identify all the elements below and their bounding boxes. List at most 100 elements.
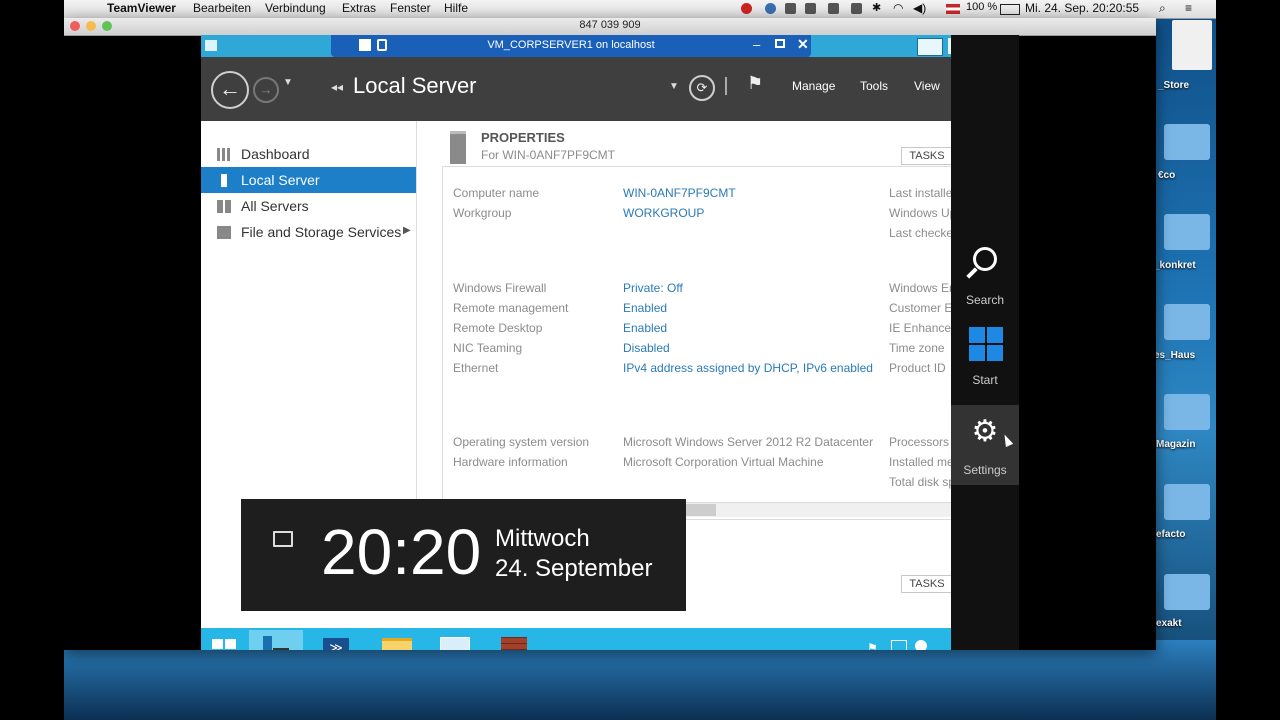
back-button[interactable]: ← [211,71,249,109]
restore-icon[interactable] [775,39,785,48]
scrollbar-thumb[interactable] [686,504,716,516]
desktop-label-eco[interactable]: €co [1158,170,1175,181]
folder-icon[interactable] [1164,484,1210,520]
charm-start[interactable]: Start [951,315,1019,395]
menu-bearbeiten[interactable]: Bearbeiten [193,1,251,15]
prop-key: Ethernet [453,361,499,375]
folder-icon[interactable] [1164,574,1210,610]
teamviewer-status-icon[interactable] [765,3,776,14]
folder-icon[interactable] [1164,124,1210,160]
charm-label: Search [965,293,1005,307]
view-menu[interactable]: View [914,79,940,93]
bluetooth-icon[interactable]: ✱ [872,1,881,14]
breadcrumb-dropdown-icon[interactable]: ▼ [669,81,679,92]
refresh-icon[interactable]: ⟳ [689,75,715,101]
desktop-label-konkret[interactable]: _konkret [1154,260,1196,271]
desktop-label-magazin[interactable]: Magazin [1156,439,1195,450]
manage-menu[interactable]: Manage [792,79,835,93]
sidebar-item-dashboard[interactable]: Dashboard [201,141,416,167]
battery-icon[interactable] [1000,4,1020,15]
dropbox-status-icon[interactable] [828,3,839,14]
taskbar-network-app[interactable] [427,630,481,650]
folder-icon[interactable] [1164,214,1210,250]
menu-extras[interactable]: Extras [342,1,376,15]
vm-window-titlebar[interactable]: VM_CORPSERVER1 on localhost – ✕ [201,35,951,57]
teamviewer-session-id: 847 039 909 [579,19,641,31]
menu-verbindung[interactable]: Verbindung [265,1,326,15]
action-center-flag-icon[interactable]: ⚑ [867,641,878,650]
vm-connection-bar[interactable]: VM_CORPSERVER1 on localhost – ✕ [331,35,811,57]
taskbar-powershell[interactable]: ≫ [309,630,363,650]
prop-right-key: Last checke [889,226,951,240]
remote-desktop-link[interactable]: Enabled [623,321,667,335]
sidebar-item-label: All Servers [241,198,309,214]
teamviewer-titlebar[interactable]: 847 039 909 [64,18,1156,36]
charm-search[interactable]: Search [951,235,1019,315]
start-button[interactable] [201,630,255,650]
history-dropdown-icon[interactable]: ▼ [283,77,293,88]
folder-icon[interactable] [1164,394,1210,430]
desktop-label-exakt[interactable]: exakt [1156,618,1182,629]
app-name-menu[interactable]: TeamViewer [107,1,176,15]
close-icon[interactable]: ✕ [797,36,809,53]
minimize-app-button[interactable] [917,38,943,56]
expand-chevron-icon[interactable]: ▶ [403,225,411,236]
sidebar-item-all-servers[interactable]: All Servers [201,193,416,219]
hardware-info-value: Microsoft Corporation Virtual Machine [623,455,824,469]
document-icon[interactable] [1172,20,1212,70]
taskbar-server-manager[interactable] [249,630,303,650]
drive-status-icon[interactable] [851,3,862,14]
taskbar-firewall[interactable] [487,630,541,650]
prop-right-key: Installed me [889,455,951,469]
notifications-flag-icon[interactable]: ⚑ [747,73,763,94]
ethernet-link[interactable]: IPv4 address assigned by DHCP, IPv6 enab… [623,361,873,375]
minimize-icon[interactable]: – [753,37,760,52]
storage-icon [217,226,231,239]
properties-subtitle: For WIN-0ANF7PF9CMT [481,148,616,162]
forward-button[interactable]: → [253,77,279,103]
folder-icon[interactable] [1164,304,1210,340]
clock-time: 20:20 [321,516,482,588]
page-title: Local Server [353,73,477,98]
menubar-clock[interactable]: Mi. 24. Sep. 20:20:55 [1025,1,1139,15]
search-icon [973,247,997,271]
tools-menu[interactable]: Tools [860,79,888,93]
austria-flag-input-icon[interactable] [946,4,960,14]
status-icon-b[interactable] [805,3,816,14]
prop-key: Remote Desktop [453,321,543,335]
folder-icon [382,638,412,650]
network-tray-icon[interactable] [891,640,907,650]
desktop-label-haus[interactable]: es_Haus [1154,350,1195,361]
wifi-icon[interactable]: ◠ [893,1,903,15]
prop-right-key: Last installe [889,186,951,200]
menu-fenster[interactable]: Fenster [390,1,431,15]
prop-key: Computer name [453,186,540,200]
prop-key: NIC Teaming [453,341,523,355]
events-tasks-button[interactable]: TASKS [901,575,951,593]
servers-icon [217,200,231,213]
charms-bar: Search Start ⚙ Settings [951,35,1019,650]
server-manager-header: ← → ▼ ◂◂ Local Server ▼ ⟳ ⚑ Manage Tools… [201,57,951,121]
desktop-label-efacto[interactable]: efacto [1156,529,1185,540]
status-icon-a[interactable] [785,3,796,14]
computer-name-link[interactable]: WIN-0ANF7PF9CMT [623,186,736,200]
remote-management-link[interactable]: Enabled [623,301,667,315]
notification-center-icon[interactable]: ≡ [1185,1,1192,15]
desktop-icons: _Store €co _konkret es_Haus Magazin efac… [1154,20,1216,640]
network-status-icon [273,531,293,547]
sidebar-item-file-storage[interactable]: File and Storage Services ▶ [201,219,416,245]
workgroup-link[interactable]: WORKGROUP [623,206,704,220]
nic-teaming-link[interactable]: Disabled [623,341,670,355]
menu-hilfe[interactable]: Hilfe [444,1,468,15]
clock-weekday: Mittwoch [495,525,590,552]
firewall-link[interactable]: Private: Off [623,281,683,295]
volume-muted-icon[interactable] [915,640,927,650]
spotlight-icon[interactable]: ⌕ [1159,1,1166,16]
record-status-icon[interactable] [741,3,752,14]
sidebar-item-local-server[interactable]: Local Server [201,167,416,193]
volume-icon[interactable]: ◀) [913,1,926,15]
desktop-label-store[interactable]: _Store [1158,80,1189,91]
taskbar-file-explorer[interactable] [369,630,423,650]
prop-key: Windows Firewall [453,281,547,295]
tasks-button[interactable]: TASKS [901,147,951,165]
